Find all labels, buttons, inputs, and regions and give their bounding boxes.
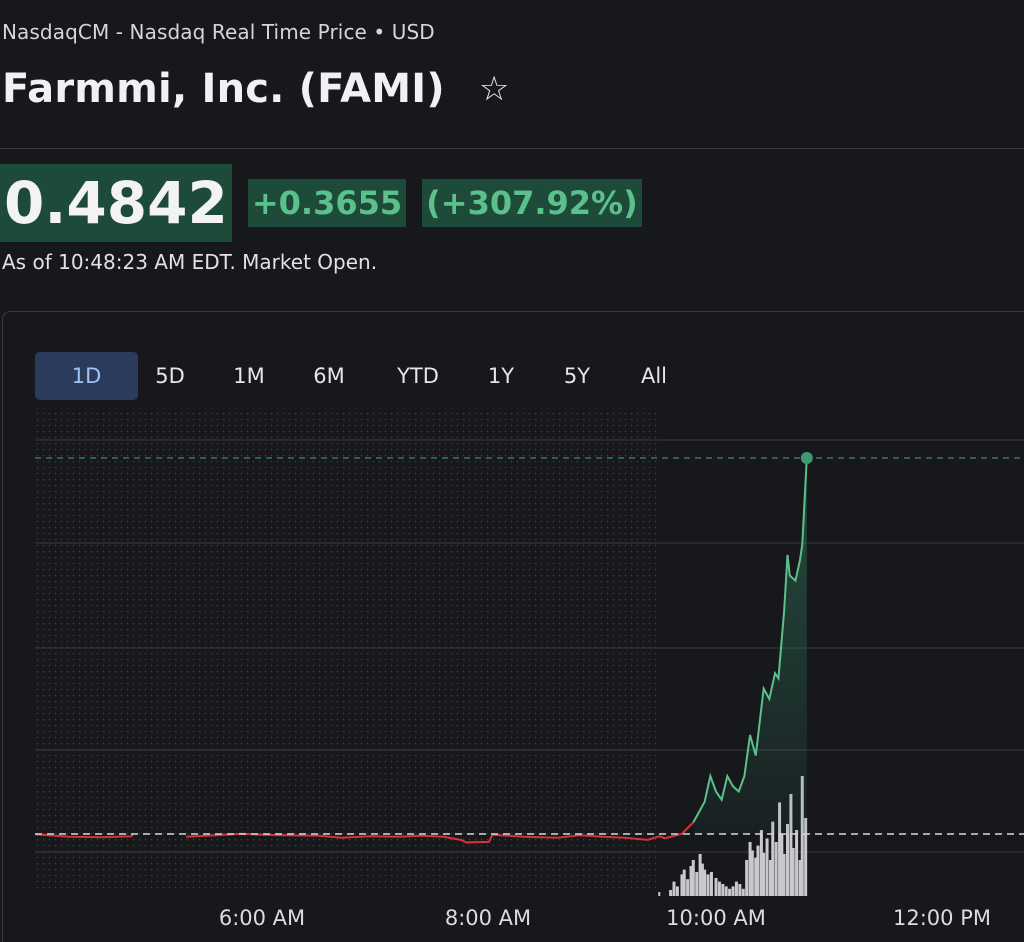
as-of-timestamp: As of 10:48:23 AM EDT. Market Open. [2, 250, 378, 274]
tab-5y[interactable]: 5Y [528, 352, 626, 400]
volume-bar [724, 886, 728, 896]
last-price-dot [800, 452, 813, 464]
volume-bar [682, 869, 686, 896]
header-divider [0, 148, 1024, 149]
price-change-percent: (+307.92%) [422, 179, 642, 227]
premarket-shade [35, 408, 660, 892]
volume-bar [686, 879, 690, 896]
volume-bar [765, 838, 769, 896]
volume-bar [721, 884, 725, 896]
volume-bar [731, 886, 735, 896]
tab-5d[interactable]: 5D [138, 352, 202, 400]
volume-bar [728, 888, 732, 896]
exchange-line: NasdaqCM - Nasdaq Real Time Price • USD [2, 20, 435, 44]
volume-bar [675, 886, 679, 896]
x-tick-label: 6:00 AM [218, 906, 306, 930]
volume-bar [691, 860, 695, 896]
volume-bar [791, 848, 795, 896]
volume-bar [714, 878, 718, 896]
volume-bar [706, 874, 710, 896]
quote-page: NasdaqCM - Nasdaq Real Time Price • USD … [0, 0, 1024, 942]
volume-bar [738, 884, 742, 896]
tab-all[interactable]: All [626, 352, 682, 400]
volume-bar [782, 854, 786, 896]
volume-bar [741, 888, 745, 896]
star-outline-icon[interactable]: ☆ [479, 72, 509, 106]
volume-bar [672, 881, 676, 896]
x-tick-label: 8:00 AM [444, 906, 532, 930]
title-row: Farmmi, Inc. (FAMI) ☆ [2, 66, 509, 112]
volume-bar [795, 830, 799, 896]
volume-bar [774, 842, 778, 896]
tab-6m[interactable]: 6M [296, 352, 362, 400]
price-change: +0.3655 [247, 179, 407, 227]
volume-bar [717, 881, 721, 896]
range-tabs: 1D 5D 1M 6M YTD 1Y 5Y All [35, 352, 682, 400]
volume-bar [703, 869, 707, 896]
page-title: Farmmi, Inc. (FAMI) [2, 66, 445, 112]
price-chart[interactable] [0, 400, 1024, 900]
volume-bar [734, 881, 738, 896]
volume-bar [750, 850, 754, 896]
volume-bar [695, 872, 699, 896]
tab-1y[interactable]: 1Y [474, 352, 528, 400]
tab-ytd[interactable]: YTD [362, 352, 474, 400]
current-price: 0.4842 [0, 164, 232, 242]
volume-bar [786, 824, 790, 896]
x-tick-label: 12:00 PM [893, 906, 991, 930]
volume-bar [762, 852, 766, 896]
x-tick-label: 10:00 AM [666, 906, 766, 930]
tab-1d[interactable]: 1D [35, 352, 138, 400]
tab-1m[interactable]: 1M [202, 352, 296, 400]
price-row: 0.4842 +0.3655 (+307.92%) [0, 164, 642, 242]
volume-bar [669, 890, 673, 896]
volume-bar [756, 845, 760, 896]
volume-bar [745, 860, 749, 896]
volume-bar [709, 872, 713, 896]
